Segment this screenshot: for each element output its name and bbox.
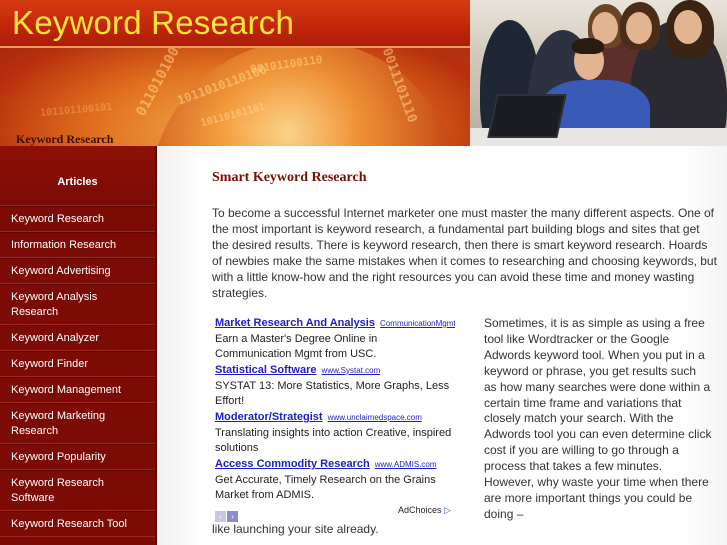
article-continuation: like launching your site already. — [212, 522, 379, 536]
sidebar-item-keyword-management[interactable]: Keyword Management — [0, 377, 155, 403]
site-title[interactable]: Keyword Research — [12, 4, 294, 42]
sidebar-item-keyword-analyzer[interactable]: Keyword Analyzer — [0, 325, 155, 351]
sidebar-item-information-research[interactable]: Information Research — [0, 232, 155, 258]
article-intro: To become a successful Internet marketer… — [212, 206, 717, 300]
ad-title-link[interactable]: Access Commodity Research — [215, 458, 370, 470]
sidebar-item-keyword-popularity[interactable]: Keyword Popularity — [0, 444, 155, 470]
ad-description: SYSTAT 13: More Statistics, More Graphs,… — [215, 380, 450, 407]
ad-title-link[interactable]: Market Research And Analysis — [215, 317, 375, 329]
sidebar-item-keyword-research-software[interactable]: Keyword Research Software — [0, 470, 155, 511]
ad-title-link[interactable]: Moderator/Strategist — [215, 411, 323, 423]
ad-item: Market Research And Analysis Communicati… — [215, 316, 455, 362]
article-title: Smart Keyword Research — [212, 170, 367, 185]
adchoices-icon: ▷ — [444, 505, 451, 515]
laptop-image — [487, 94, 567, 138]
ad-description: Get Accurate, Timely Research on the Gra… — [215, 474, 436, 501]
ad-block: Market Research And Analysis Communicati… — [212, 316, 455, 522]
adchoices-label: AdChoices — [398, 505, 442, 515]
main-content: Smart Keyword Research To become a succe… — [159, 146, 727, 545]
ad-url-link[interactable]: www.Systat.com — [322, 366, 381, 375]
ad-url-link[interactable]: www.unclaimedspace.com — [328, 413, 422, 422]
sidebar-item-keyword-analysis-research[interactable]: Keyword Analysis Research — [0, 284, 155, 325]
sidebar-item-keyword-finder[interactable]: Keyword Finder — [0, 351, 155, 377]
banner-label: Keyword Research — [16, 132, 114, 146]
sidebar-item-keyword-advertising[interactable]: Keyword Advertising — [0, 258, 155, 284]
ad-url-link[interactable]: www.ADMIS.com — [375, 460, 437, 469]
sidebar-heading: Articles — [0, 146, 155, 206]
ad-description: Earn a Master's Degree Online in Communi… — [215, 333, 378, 360]
chevron-right-icon[interactable]: › — [227, 511, 238, 522]
binary-decoration: 101101100101 — [39, 101, 113, 120]
header-banner: 0110101001 1011010110100 00101100110 101… — [0, 0, 727, 146]
chevron-left-icon[interactable]: ‹ — [215, 511, 226, 522]
ad-item: Statistical Software www.Systat.com SYST… — [215, 363, 455, 409]
sidebar-item-keyword-marketing-research[interactable]: Keyword Marketing Research — [0, 403, 155, 444]
sidebar: Articles Keyword Research Information Re… — [0, 146, 157, 545]
ad-title-link[interactable]: Statistical Software — [215, 364, 316, 376]
ad-description: Translating insights into action Creativ… — [215, 427, 452, 454]
sidebar-item-keyword-research[interactable]: Keyword Research — [0, 206, 155, 232]
ad-url-link[interactable]: CommunicationMgmt.USC.edu — [380, 319, 455, 328]
ad-item: Access Commodity Research www.ADMIS.com … — [215, 457, 455, 503]
ad-item: Moderator/Strategist www.unclaimedspace.… — [215, 410, 455, 456]
article-body: Sometimes, it is as simple as using a fr… — [484, 316, 712, 521]
sidebar-item-keyword-research-tool[interactable]: Keyword Research Tool — [0, 511, 155, 537]
adchoices-link[interactable]: AdChoices ▷ — [398, 505, 451, 516]
